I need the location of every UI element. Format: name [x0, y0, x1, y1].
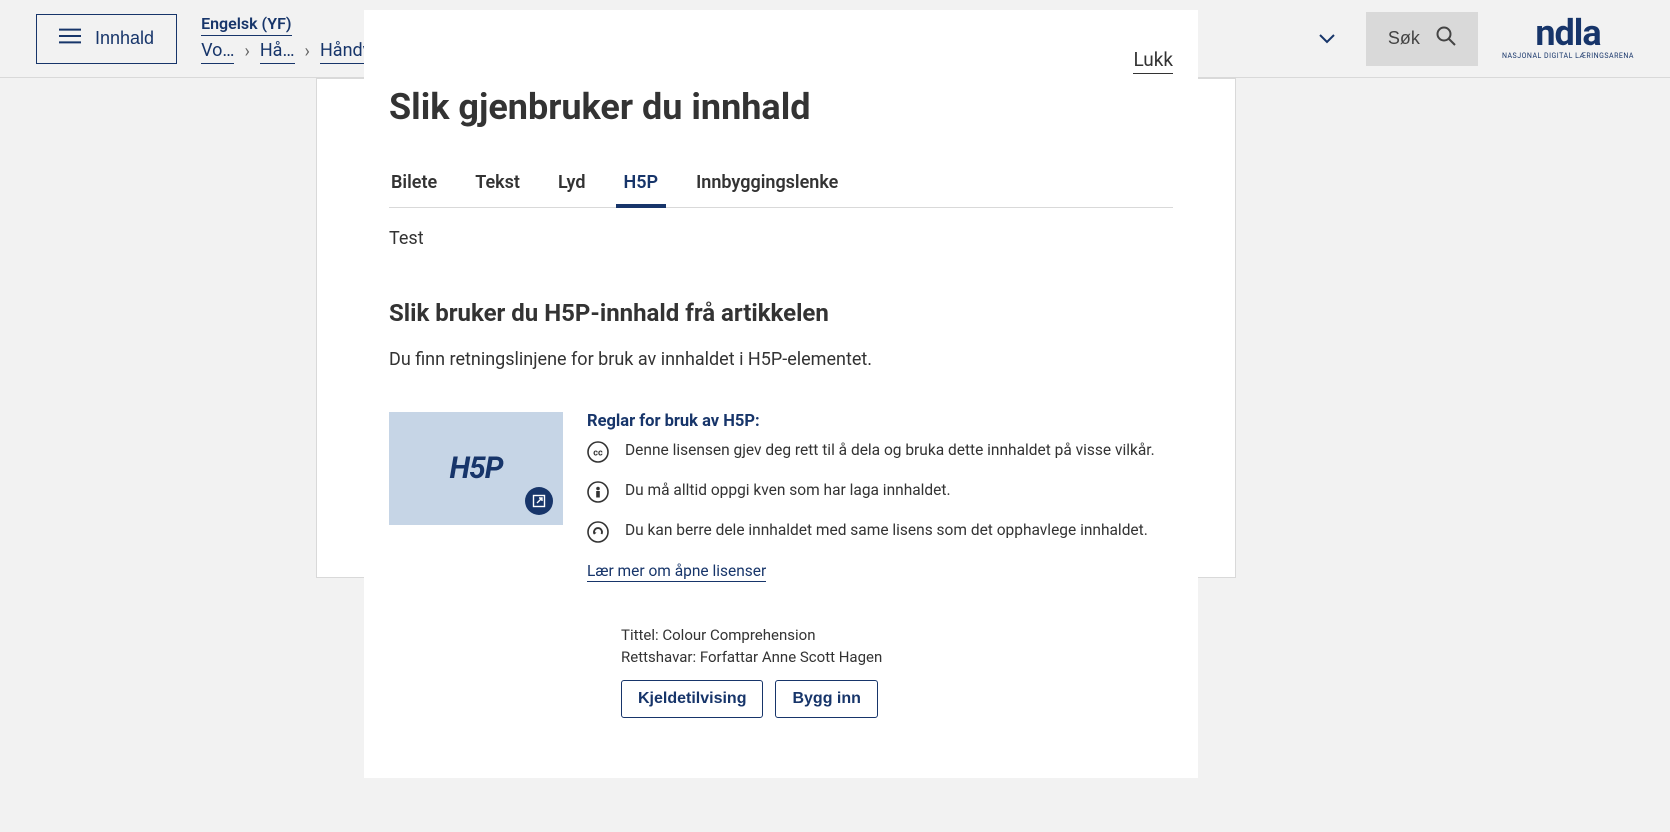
- sharealike-icon: [587, 521, 609, 543]
- learn-more-link[interactable]: Lær mer om åpne lisenser: [587, 562, 766, 582]
- search-icon: [1436, 26, 1456, 51]
- rule-text: Du må alltid oppgi kven som har laga inn…: [625, 481, 951, 499]
- logo-subtitle: NASJONAL DIGITAL LÆRINGSARENA: [1502, 52, 1634, 60]
- action-buttons: Kjeldetilvising Bygg inn: [621, 680, 1173, 718]
- tab-bilete[interactable]: Bilete: [389, 164, 439, 207]
- chevron-right-icon: ›: [244, 41, 249, 62]
- breadcrumb-item[interactable]: Vo…: [201, 40, 234, 64]
- rule-line-sa: Du kan berre dele innhaldet med same lis…: [587, 521, 1173, 543]
- metadata: Tittel: Colour Comprehension Rettshavar:…: [621, 626, 1173, 666]
- subject-link[interactable]: Engelsk (YF): [201, 14, 291, 36]
- logo[interactable]: ndla NASJONAL DIGITAL LÆRINGSARENA: [1502, 17, 1634, 59]
- rule-line-cc: cc Denne lisensen gjev deg rett til å de…: [587, 441, 1173, 463]
- hamburger-icon: [59, 27, 81, 50]
- reuse-dialog: Lukk Slik gjenbruker du innhald Bilete T…: [364, 10, 1198, 778]
- search-button[interactable]: Søk: [1366, 12, 1478, 66]
- section-subheading: Slik bruker du H5P-innhald frå artikkele…: [389, 299, 1173, 327]
- license-block: H5P Reglar for bruk av H5P: cc Denne lis…: [389, 412, 1173, 718]
- tabs: Bilete Tekst Lyd H5P Innbyggingslenke: [389, 164, 1173, 208]
- tab-h5p[interactable]: H5P: [622, 164, 661, 207]
- chevron-down-icon[interactable]: [1312, 24, 1342, 54]
- test-label: Test: [389, 228, 1173, 249]
- rules-heading: Reglar for bruk av H5P:: [587, 412, 1173, 431]
- rule-text: Denne lisensen gjev deg rett til å dela …: [625, 441, 1155, 459]
- tab-lyd[interactable]: Lyd: [556, 164, 588, 207]
- meta-rights: Rettshavar: Forfattar Anne Scott Hagen: [621, 648, 1173, 666]
- meta-title: Tittel: Colour Comprehension: [621, 626, 1173, 644]
- content-menu-label: Innhald: [95, 28, 154, 49]
- breadcrumb: Engelsk (YF) Vo… › Hå… › Håndv…: [201, 14, 382, 64]
- rule-text: Du kan berre dele innhaldet med same lis…: [625, 521, 1148, 539]
- rules-section: Reglar for bruk av H5P: cc Denne lisense…: [587, 412, 1173, 718]
- close-button[interactable]: Lukk: [1133, 48, 1173, 74]
- h5p-thumbnail: H5P: [389, 412, 563, 525]
- chevron-right-icon: ›: [305, 41, 310, 62]
- tab-innbygging[interactable]: Innbyggingslenke: [694, 164, 840, 207]
- cc-icon: cc: [587, 441, 609, 463]
- section-description: Du finn retningslinjene for bruk av innh…: [389, 349, 1173, 370]
- h5p-logo: H5P: [449, 451, 502, 486]
- rule-line-by: Du må alltid oppgi kven som har laga inn…: [587, 481, 1173, 503]
- open-external-button[interactable]: [525, 487, 553, 515]
- cite-button[interactable]: Kjeldetilvising: [621, 680, 763, 718]
- content-menu-button[interactable]: Innhald: [36, 14, 177, 64]
- embed-button[interactable]: Bygg inn: [775, 680, 877, 718]
- svg-text:cc: cc: [593, 449, 603, 459]
- search-label: Søk: [1388, 28, 1420, 49]
- dialog-title: Slik gjenbruker du innhald: [389, 86, 1173, 128]
- attribution-icon: [587, 481, 609, 503]
- logo-text: ndla: [1535, 17, 1600, 49]
- breadcrumb-item[interactable]: Hå…: [260, 40, 295, 64]
- tab-tekst[interactable]: Tekst: [473, 164, 522, 207]
